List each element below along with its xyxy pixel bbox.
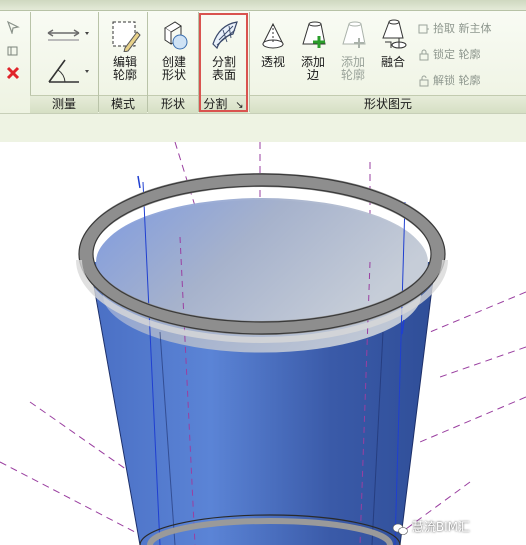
3d-viewport[interactable]: 慧流BIM汇 [0, 142, 526, 545]
modify-tool-icon[interactable] [2, 20, 24, 37]
watermark-text: 慧流BIM汇 [411, 520, 470, 534]
delete-icon[interactable] [2, 66, 24, 83]
create-form-button[interactable]: 创建 形状 [152, 18, 196, 82]
add-edge-button[interactable]: 添加 边 [294, 18, 332, 82]
add-edge-label-2: 边 [306, 68, 319, 82]
wechat-icon [392, 523, 408, 535]
perspective-button[interactable]: 透视 [254, 18, 292, 69]
dissolve-icon [382, 19, 407, 49]
highlight-box [199, 13, 248, 112]
dissolve-label: 融合 [380, 55, 405, 69]
lock-profile-icon [419, 49, 429, 61]
pick-new-host-icon [418, 24, 429, 34]
perspective-label: 透视 [260, 55, 285, 69]
edit-profile-button[interactable]: 编辑 轮廓 [104, 18, 146, 82]
add-edge-icon [302, 21, 326, 48]
edit-profile-label-1: 编辑 [112, 55, 137, 69]
add-profile-button[interactable]: 添加 轮廓 [334, 18, 372, 82]
options-bar [0, 113, 526, 143]
create-form-icon [164, 21, 188, 50]
edit-profile-label-2: 轮廓 [112, 68, 137, 82]
dissolve-button[interactable]: 融合 [374, 18, 412, 69]
unlock-profile-icon [419, 75, 429, 87]
lock-profile-label: 锁定 轮廓 [433, 48, 481, 61]
perspective-icon [262, 22, 284, 49]
unlock-profile-label: 解锁 轮廓 [433, 74, 481, 87]
cylinder-model[interactable] [0, 142, 526, 545]
panel-label-form-element: 形状图元 [250, 95, 526, 113]
measure-angle-icon[interactable] [44, 56, 92, 89]
add-edge-label-1: 添加 [300, 55, 325, 69]
lock-profile-button[interactable]: 锁定 轮廓 [418, 48, 481, 61]
measure-distance-icon[interactable] [44, 22, 92, 47]
add-profile-icon [342, 21, 366, 48]
edit-profile-icon [112, 21, 141, 52]
ribbon: 测量 编辑 轮廓 模式 创建 形状 形状 分割 表面 分割 ↘ 透视 添加 边 … [0, 0, 526, 113]
add-profile-label-2: 轮廓 [340, 68, 365, 82]
create-form-label-2: 形状 [161, 68, 186, 82]
pick-new-host-label: 拾取 新主体 [433, 22, 492, 35]
pick-new-host-button[interactable]: 拾取 新主体 [418, 22, 492, 35]
panel-label-mode: 模式 [99, 95, 147, 113]
panel-label-form: 形状 [148, 95, 198, 113]
create-form-label-1: 创建 [161, 55, 186, 69]
panel-label-measure: 测量 [30, 95, 98, 113]
add-profile-label-1: 添加 [340, 55, 365, 69]
unlock-profile-button[interactable]: 解锁 轮廓 [418, 74, 481, 87]
ribbon-tab-strip [0, 0, 526, 11]
cut-tool-icon[interactable] [2, 44, 24, 61]
